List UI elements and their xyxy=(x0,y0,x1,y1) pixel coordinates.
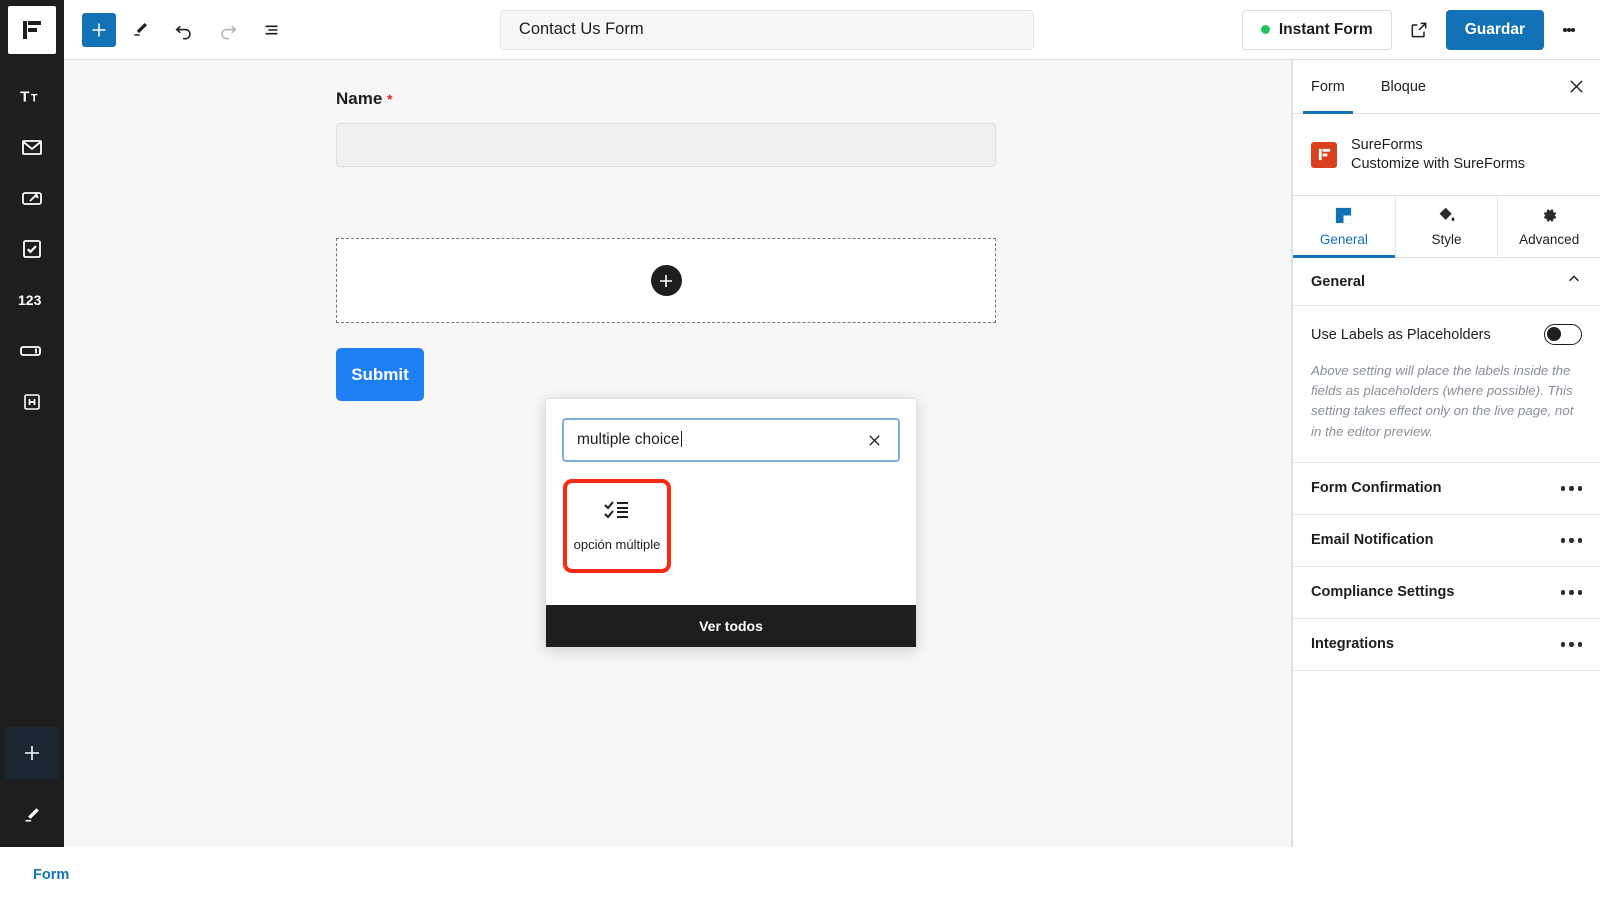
sidebar-tabbar: Form Bloque xyxy=(1293,60,1600,114)
field-label-name: Name * xyxy=(336,89,393,108)
close-x-icon[interactable] xyxy=(1552,60,1600,113)
chevron-up-icon[interactable] xyxy=(1566,271,1582,292)
sureforms-editor: TT 123 Contact Us Form Instant Form Guar… xyxy=(0,0,1600,903)
ellipsis-icon[interactable] xyxy=(1560,538,1582,543)
sureforms-brand-row: SureForms Customize with SureForms xyxy=(1293,114,1600,196)
gear-icon xyxy=(1540,206,1559,228)
checklist-icon xyxy=(604,499,630,524)
tab-style-label: Style xyxy=(1431,232,1462,247)
ellipsis-icon[interactable] xyxy=(1560,486,1582,491)
brand-title: SureForms xyxy=(1351,137,1423,153)
name-input[interactable] xyxy=(336,123,996,167)
tab-general-label: General xyxy=(1319,232,1368,247)
block-dropzone[interactable] xyxy=(336,238,996,323)
top-toolbar: Contact Us Form Instant Form Guardar xyxy=(64,0,1600,60)
inserter-results: opción múltiple xyxy=(546,461,916,605)
inserter-search-field[interactable]: multiple choice xyxy=(562,418,900,462)
kebab-menu-icon[interactable] xyxy=(1552,10,1586,50)
redo-arrow-icon[interactable] xyxy=(208,10,248,50)
plus-icon[interactable] xyxy=(650,265,682,296)
document-overview-icon[interactable] xyxy=(252,10,292,50)
sureforms-mark-icon xyxy=(1311,141,1337,168)
toolbar-right-group: Instant Form Guardar xyxy=(1241,9,1600,50)
tab-bloque[interactable]: Bloque xyxy=(1363,60,1444,113)
inserter-search-wrapper: multiple choice xyxy=(546,399,916,462)
toolbar-left-group xyxy=(64,10,292,50)
panel-header-general[interactable]: General xyxy=(1293,258,1600,306)
paint-bucket-icon xyxy=(1437,206,1456,228)
undo-arrow-icon[interactable] xyxy=(164,10,204,50)
close-x-icon[interactable] xyxy=(863,429,885,451)
brand-subtitle: Customize with SureForms xyxy=(1351,156,1526,172)
brand-text: SureForms Customize with SureForms xyxy=(1351,137,1525,172)
canvas-gutter xyxy=(1268,60,1292,847)
breadcrumb: Form xyxy=(0,847,1600,903)
rail-item-text[interactable]: TT xyxy=(0,70,64,121)
svg-text:T: T xyxy=(20,88,30,105)
tab-advanced-label: Advanced xyxy=(1519,232,1580,247)
tools-pencil-button[interactable] xyxy=(120,10,160,50)
sureforms-logo-icon[interactable] xyxy=(8,6,56,54)
left-rail: TT 123 xyxy=(0,0,64,847)
block-item-opcion-multiple[interactable]: opción múltiple xyxy=(563,479,671,573)
rail-bottom-actions xyxy=(0,727,64,847)
setting-help-text: Above setting will place the labels insi… xyxy=(1311,363,1574,439)
accordion-list-end-divider xyxy=(1293,669,1600,671)
rail-item-email[interactable] xyxy=(0,121,64,172)
form-title-wrapper: Contact Us Form xyxy=(292,9,1242,50)
accordion-form-confirmation[interactable]: Form Confirmation xyxy=(1293,461,1600,514)
status-dot-icon xyxy=(1260,25,1270,34)
rail-item-number[interactable]: 123 xyxy=(0,274,64,325)
rail-icon-list: TT 123 xyxy=(0,70,64,427)
breadcrumb-item-form[interactable]: Form xyxy=(33,867,69,883)
rail-item-textarea[interactable] xyxy=(0,172,64,223)
accordion-label: Compliance Settings xyxy=(1311,584,1455,601)
svg-text:T: T xyxy=(31,92,38,104)
general-square-icon xyxy=(1334,206,1353,228)
tab-advanced[interactable]: Advanced xyxy=(1498,196,1600,257)
browse-all-button[interactable]: Ver todos xyxy=(546,605,916,647)
submit-button[interactable]: Submit xyxy=(336,348,424,401)
panel-title: General xyxy=(1311,273,1365,290)
required-asterisk: * xyxy=(387,91,393,107)
tab-style[interactable]: Style xyxy=(1396,196,1499,257)
save-button[interactable]: Guardar xyxy=(1445,9,1544,50)
tab-general[interactable]: General xyxy=(1293,196,1396,258)
plus-icon[interactable] xyxy=(6,727,58,779)
block-item-label: opción múltiple xyxy=(573,537,661,553)
setting-use-labels-as-placeholders: Use Labels as Placeholders xyxy=(1293,306,1600,345)
accordion-label: Email Notification xyxy=(1311,532,1434,549)
form-field-name: Name * xyxy=(336,89,996,167)
rail-item-heading[interactable] xyxy=(0,376,64,427)
block-inserter-popover: multiple choice opción múltiple Ver todo… xyxy=(545,398,917,648)
accordion-label: Integrations xyxy=(1311,636,1394,653)
tab-form[interactable]: Form xyxy=(1293,60,1363,114)
setting-label: Use Labels as Placeholders xyxy=(1311,326,1491,343)
text-caret xyxy=(680,431,682,447)
external-link-icon[interactable] xyxy=(1400,11,1438,49)
add-block-button[interactable] xyxy=(82,12,116,47)
rail-item-input[interactable] xyxy=(0,325,64,376)
accordion-integrations[interactable]: Integrations xyxy=(1293,617,1600,670)
instant-form-label: Instant Form xyxy=(1278,20,1373,38)
accordion-label: Form Confirmation xyxy=(1311,480,1442,497)
form-title-input[interactable]: Contact Us Form xyxy=(499,9,1034,50)
pencil-icon[interactable] xyxy=(0,789,64,841)
ellipsis-icon[interactable] xyxy=(1560,642,1582,647)
rail-item-checkbox[interactable] xyxy=(0,223,64,274)
toggle-knob xyxy=(1547,327,1561,341)
use-labels-toggle[interactable] xyxy=(1544,324,1582,345)
sidebar-mode-tabs: General Style Advanced xyxy=(1293,196,1600,258)
accordion-compliance-settings[interactable]: Compliance Settings xyxy=(1293,565,1600,618)
svg-text:123: 123 xyxy=(18,292,42,308)
editor-canvas: Name * Submit multiple choice opción múl… xyxy=(64,60,1268,847)
settings-sidebar: Form Bloque SureForms Customize with Sur… xyxy=(1292,60,1600,847)
search-input[interactable]: multiple choice xyxy=(577,431,863,449)
instant-form-button[interactable]: Instant Form xyxy=(1241,9,1392,50)
ellipsis-icon[interactable] xyxy=(1560,590,1582,595)
accordion-email-notification[interactable]: Email Notification xyxy=(1293,513,1600,566)
